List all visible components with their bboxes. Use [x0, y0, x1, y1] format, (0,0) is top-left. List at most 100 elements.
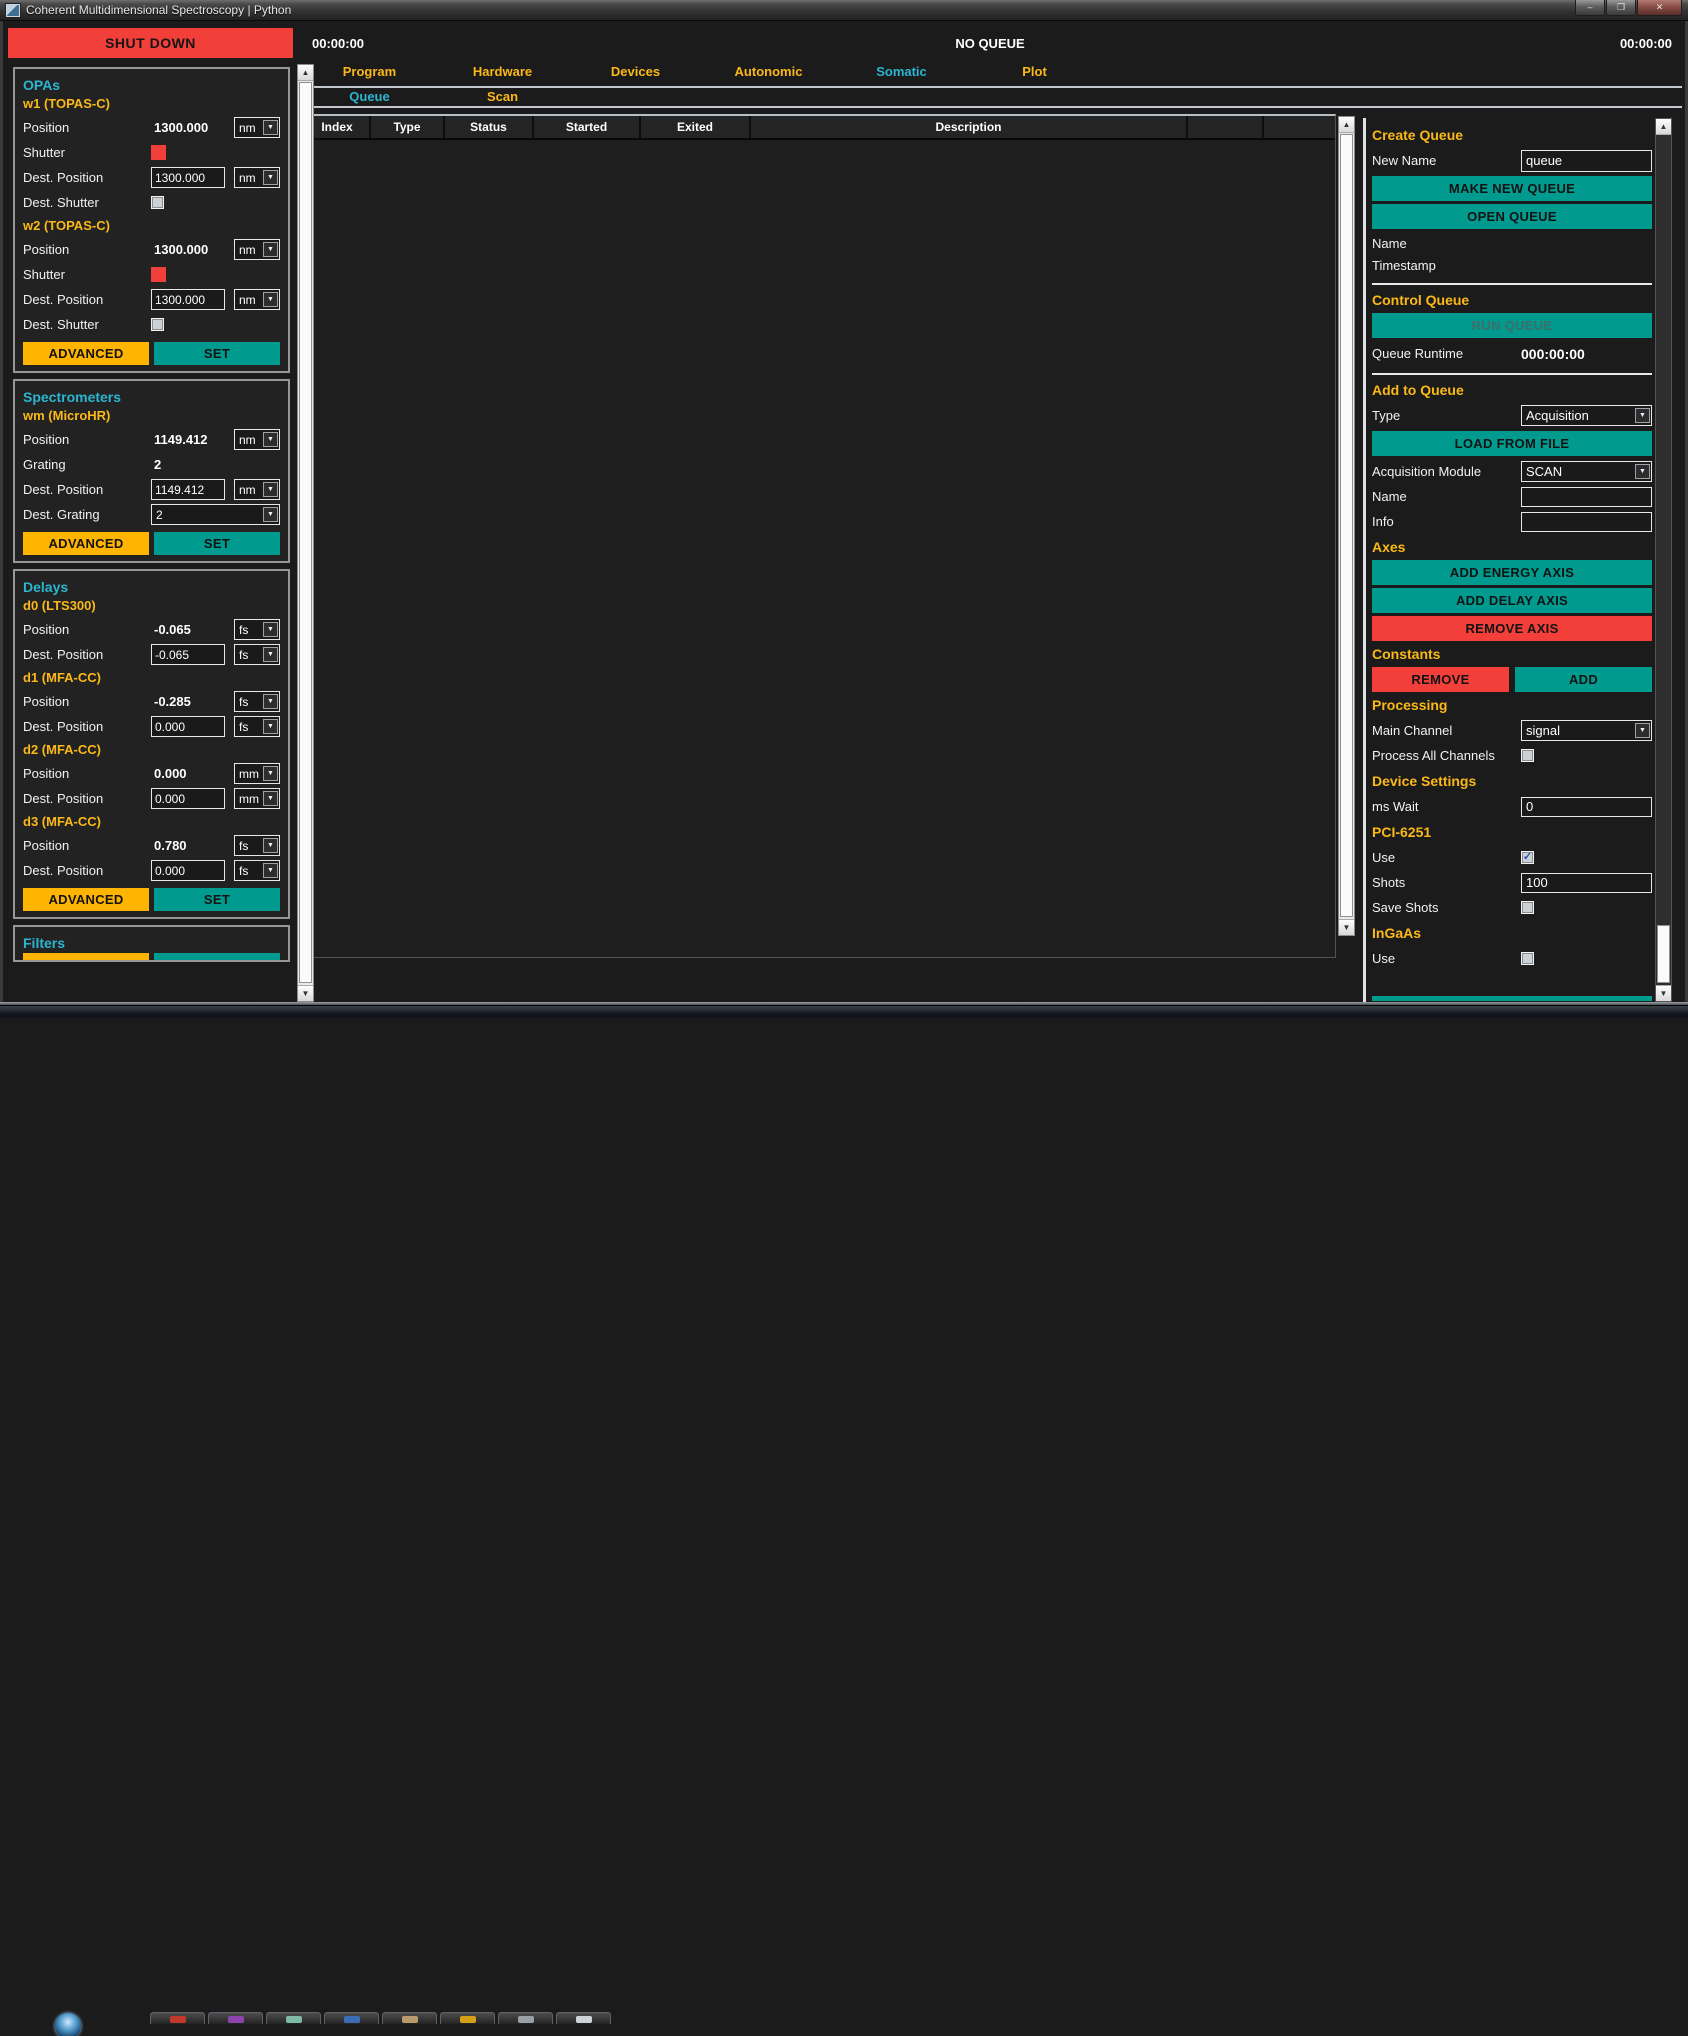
wm-dest-position-input[interactable] — [151, 479, 225, 500]
load-from-file-button[interactable]: LOAD FROM FILE — [1372, 431, 1652, 456]
add-constant-button[interactable]: ADD — [1515, 667, 1652, 692]
chevron-down-icon[interactable]: ▼ — [263, 432, 278, 447]
chevron-down-icon[interactable]: ▼ — [263, 292, 278, 307]
chevron-down-icon[interactable]: ▼ — [263, 647, 278, 662]
restore-icon[interactable]: ❐ — [1606, 0, 1636, 16]
d0-dest-position-input[interactable] — [151, 644, 225, 665]
add-energy-axis-button[interactable]: ADD ENERGY AXIS — [1372, 560, 1652, 585]
tab-devices[interactable]: Devices — [569, 60, 702, 84]
filters-advanced-button[interactable] — [23, 953, 149, 962]
tab-scan[interactable]: Scan — [436, 88, 569, 105]
chevron-down-icon[interactable]: ▼ — [1635, 464, 1650, 479]
pci-shots-input[interactable] — [1521, 873, 1652, 893]
scroll-down-icon[interactable]: ▼ — [298, 985, 313, 1001]
scrollbar-thumb[interactable] — [299, 82, 312, 983]
type-select[interactable]: Acquisition ▼ — [1521, 405, 1652, 426]
chevron-down-icon[interactable]: ▼ — [263, 120, 278, 135]
chevron-down-icon[interactable]: ▼ — [263, 766, 278, 781]
chevron-down-icon[interactable]: ▼ — [263, 863, 278, 878]
tab-queue[interactable]: Queue — [303, 88, 436, 105]
delays-set-button[interactable]: SET — [154, 888, 280, 911]
d2-dest-position-input[interactable] — [151, 788, 225, 809]
d0-position-unit-select[interactable]: fs ▼ — [234, 619, 280, 640]
chevron-down-icon[interactable]: ▼ — [263, 791, 278, 806]
scroll-down-icon[interactable]: ▼ — [1656, 985, 1671, 1001]
column-status[interactable]: Status — [445, 116, 534, 138]
ms-wait-input[interactable] — [1521, 797, 1652, 817]
chevron-down-icon[interactable]: ▼ — [263, 242, 278, 257]
d1-position-unit-select[interactable]: fs ▼ — [234, 691, 280, 712]
make-new-queue-button[interactable]: MAKE NEW QUEUE — [1372, 176, 1652, 201]
shut-down-button[interactable]: SHUT DOWN — [8, 28, 293, 58]
minimize-icon[interactable]: – — [1575, 0, 1605, 16]
tab-somatic[interactable]: Somatic — [835, 60, 968, 84]
taskbar-button[interactable] — [498, 2012, 553, 2024]
taskbar-button[interactable] — [440, 2012, 495, 2024]
chevron-down-icon[interactable]: ▼ — [1635, 723, 1650, 738]
chevron-down-icon[interactable]: ▼ — [1635, 408, 1650, 423]
d2-dest-unit-select[interactable]: mm ▼ — [234, 788, 280, 809]
tab-plot[interactable]: Plot — [968, 60, 1101, 84]
pci-use-checkbox[interactable]: ✓ — [1521, 851, 1534, 864]
d3-dest-unit-select[interactable]: fs ▼ — [234, 860, 280, 881]
pci-save-shots-checkbox[interactable] — [1521, 901, 1534, 914]
taskbar-button[interactable] — [150, 2012, 205, 2024]
wm-dest-unit-select[interactable]: nm ▼ — [234, 479, 280, 500]
acquisition-module-select[interactable]: SCAN ▼ — [1521, 461, 1652, 482]
scroll-up-icon[interactable]: ▲ — [298, 65, 313, 81]
chevron-down-icon[interactable]: ▼ — [263, 719, 278, 734]
remove-axis-button[interactable]: REMOVE AXIS — [1372, 616, 1652, 641]
run-queue-button[interactable]: RUN QUEUE — [1372, 313, 1652, 338]
taskbar-button[interactable] — [382, 2012, 437, 2024]
acquisition-info-input[interactable] — [1521, 512, 1652, 532]
tab-autonomic[interactable]: Autonomic — [702, 60, 835, 84]
w2-position-unit-select[interactable]: nm ▼ — [234, 239, 280, 260]
tab-program[interactable]: Program — [303, 60, 436, 84]
chevron-down-icon[interactable]: ▼ — [263, 482, 278, 497]
w1-dest-shutter-checkbox[interactable] — [151, 196, 164, 209]
remove-constant-button[interactable]: REMOVE — [1372, 667, 1509, 692]
w2-dest-unit-select[interactable]: nm ▼ — [234, 289, 280, 310]
w1-position-unit-select[interactable]: nm ▼ — [234, 117, 280, 138]
w2-dest-shutter-checkbox[interactable] — [151, 318, 164, 331]
wm-dest-grating-select[interactable]: 2 ▼ — [151, 504, 280, 525]
spectrometers-set-button[interactable]: SET — [154, 532, 280, 555]
main-channel-select[interactable]: signal ▼ — [1521, 720, 1652, 741]
scroll-down-icon[interactable]: ▼ — [1339, 919, 1354, 935]
scrollbar-thumb[interactable] — [1340, 134, 1353, 917]
open-queue-button[interactable]: OPEN QUEUE — [1372, 204, 1652, 229]
acquisition-name-input[interactable] — [1521, 487, 1652, 507]
column-index[interactable]: Index — [305, 116, 371, 138]
d1-dest-position-input[interactable] — [151, 716, 225, 737]
queue-panel-scrollbar[interactable]: ▲ ▼ — [1655, 118, 1672, 1002]
taskbar-button[interactable] — [208, 2012, 263, 2024]
hardware-panel-scrollbar[interactable]: ▲ ▼ — [297, 64, 314, 1002]
filters-set-button[interactable] — [154, 953, 280, 962]
process-all-channels-checkbox[interactable] — [1521, 749, 1534, 762]
w1-dest-position-input[interactable] — [151, 167, 225, 188]
d1-dest-unit-select[interactable]: fs ▼ — [234, 716, 280, 737]
scroll-up-icon[interactable]: ▲ — [1339, 117, 1354, 133]
chevron-down-icon[interactable]: ▼ — [263, 507, 278, 522]
tab-hardware[interactable]: Hardware — [436, 60, 569, 84]
column-started[interactable]: Started — [534, 116, 641, 138]
close-icon[interactable]: ✕ — [1637, 0, 1682, 16]
start-button-icon[interactable] — [55, 2013, 81, 2036]
column-description[interactable]: Description — [751, 116, 1188, 138]
chevron-down-icon[interactable]: ▼ — [263, 622, 278, 637]
chevron-down-icon[interactable]: ▼ — [263, 170, 278, 185]
add-delay-axis-button[interactable]: ADD DELAY AXIS — [1372, 588, 1652, 613]
d2-position-unit-select[interactable]: mm ▼ — [234, 763, 280, 784]
chevron-down-icon[interactable]: ▼ — [263, 694, 278, 709]
w2-dest-position-input[interactable] — [151, 289, 225, 310]
scrollbar-thumb[interactable] — [1657, 925, 1670, 983]
taskbar-button[interactable] — [266, 2012, 321, 2024]
opas-set-button[interactable]: SET — [154, 342, 280, 365]
ingaas-use-checkbox[interactable] — [1521, 952, 1534, 965]
taskbar-button[interactable] — [556, 2012, 611, 2024]
d3-position-unit-select[interactable]: fs ▼ — [234, 835, 280, 856]
d3-dest-position-input[interactable] — [151, 860, 225, 881]
queue-table-scrollbar[interactable]: ▲ ▼ — [1338, 116, 1355, 936]
w1-dest-unit-select[interactable]: nm ▼ — [234, 167, 280, 188]
column-type[interactable]: Type — [371, 116, 445, 138]
